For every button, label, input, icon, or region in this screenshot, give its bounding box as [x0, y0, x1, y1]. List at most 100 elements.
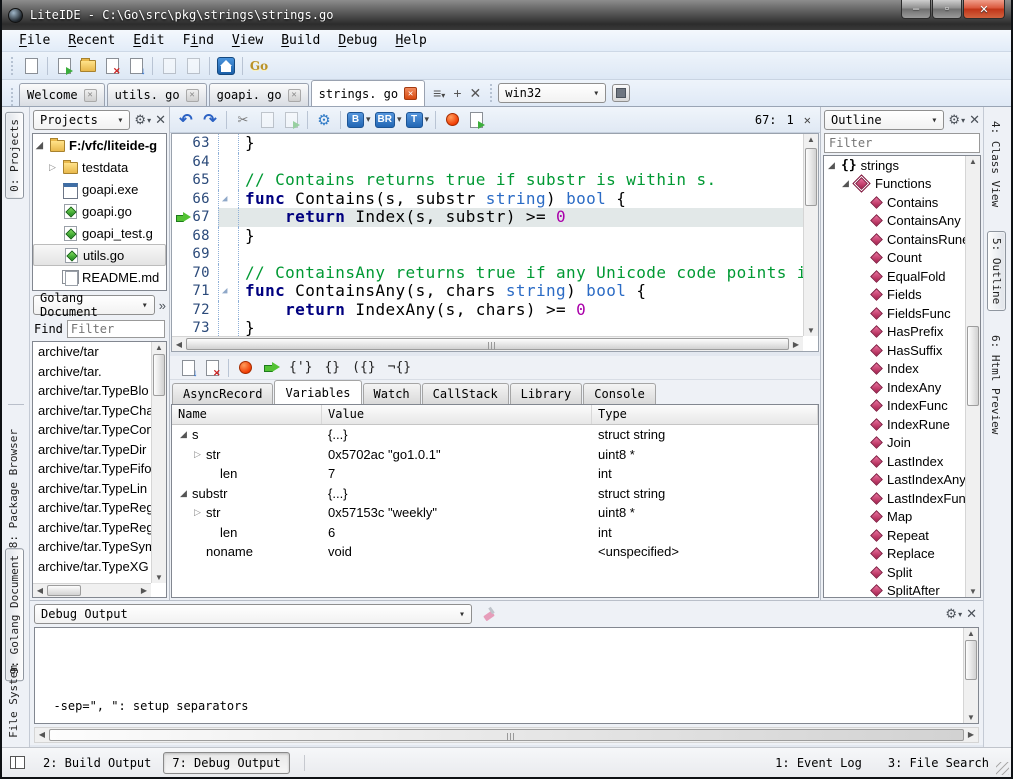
browser-selector[interactable]: Golang Document ▾	[33, 295, 155, 315]
menu-view[interactable]: View	[223, 31, 272, 50]
package-list-item[interactable]: archive/tar.TypeXG	[33, 557, 151, 577]
browser-more-icon[interactable]: »	[159, 298, 166, 313]
dock-tab[interactable]: 4: Class View	[987, 115, 1004, 213]
menu-build[interactable]: Build	[272, 31, 329, 50]
outline-function-item[interactable]: Index	[824, 360, 965, 379]
outline-selector[interactable]: Outline ▾	[824, 110, 944, 130]
code-line-65[interactable]: 65// Contains returns true if substr is …	[172, 171, 803, 190]
editor-tab[interactable]: utils. go ✕	[107, 83, 207, 106]
panel-close-icon[interactable]: ✕	[155, 112, 166, 128]
outline-function-item[interactable]: ContainsAny	[824, 212, 965, 231]
split-add-button[interactable]: +	[453, 85, 461, 101]
dock-tab[interactable]: 0: Projects	[5, 112, 24, 199]
debug-continue-button[interactable]	[258, 357, 280, 379]
resize-grip[interactable]	[996, 762, 1009, 775]
open-file-button[interactable]	[53, 55, 75, 77]
code-block-button[interactable]: T▾	[406, 112, 430, 128]
code-line-72[interactable]: 72 return IndexAny(s, chars) >= 0	[172, 301, 803, 320]
outline-function-item[interactable]: Split	[824, 563, 965, 582]
dock-tab[interactable]: 5: Outline	[987, 231, 1006, 311]
variable-expander-icon[interactable]	[194, 507, 206, 518]
package-filter-input[interactable]	[67, 320, 165, 338]
variable-row[interactable]: str 0x57153c "weekly" uint8 *	[172, 503, 818, 523]
outline-function-item[interactable]: Join	[824, 434, 965, 453]
menu-recent[interactable]: Recent	[59, 31, 124, 50]
outline-function-item[interactable]: SplitAfter	[824, 582, 965, 598]
debug-step-button[interactable]: ({}	[352, 360, 375, 375]
variable-expander-icon[interactable]	[180, 488, 192, 499]
output-gear-icon[interactable]: ⚙▾	[945, 606, 962, 622]
outline-close-icon[interactable]: ✕	[969, 112, 980, 128]
debug-tab[interactable]: Watch	[363, 383, 421, 404]
save-file-button[interactable]	[101, 55, 123, 77]
statusbar-dock-button[interactable]: 3: File Search	[888, 756, 989, 770]
outline-function-item[interactable]: LastIndex	[824, 452, 965, 471]
debug-tab[interactable]: CallStack	[422, 383, 509, 404]
tree-item[interactable]: F:/vfc/liteide-g	[33, 134, 166, 156]
statusbar-dock-button[interactable]: 7: Debug Output	[163, 752, 289, 774]
menu-help[interactable]: Help	[387, 31, 436, 50]
editor-vscrollbar[interactable]: ▲ ▼	[803, 134, 818, 336]
output-vscrollbar[interactable]: ▲ ▼	[963, 628, 978, 723]
editor-tab[interactable]: Welcome ✕	[19, 83, 105, 106]
tab-list-button[interactable]: ≡▾	[433, 85, 445, 101]
export-button[interactable]	[465, 109, 487, 131]
outline-function-item[interactable]: Repeat	[824, 526, 965, 545]
open-folder-button[interactable]	[77, 55, 99, 77]
tree-item[interactable]: utils.go	[33, 244, 166, 266]
editor-tab[interactable]: strings. go ✕	[311, 80, 425, 106]
outline-gear-icon[interactable]: ⚙▾	[948, 112, 965, 128]
code-line-71[interactable]: 71func ContainsAny(s, chars string) bool…	[172, 282, 803, 301]
tree-expander-icon[interactable]	[36, 140, 49, 151]
code-line-70[interactable]: 70// ContainsAny returns true if any Uni…	[172, 264, 803, 283]
debug-step-button[interactable]: {'}	[289, 360, 312, 375]
code-line-68[interactable]: 68}	[172, 227, 803, 246]
tab-close-icon[interactable]: ✕	[84, 89, 97, 102]
column-header-type[interactable]: Type	[592, 405, 818, 424]
cut-button[interactable]: ✂	[232, 109, 254, 131]
variable-row[interactable]: substr {...} struct string	[172, 484, 818, 504]
debug-step-button[interactable]: ¬{}	[388, 360, 411, 375]
toolbar-grip[interactable]	[10, 57, 15, 75]
redo-button[interactable]: ↷	[199, 109, 221, 131]
dock-tab[interactable]: 8: Package Browser	[5, 423, 22, 554]
outline-group-functions[interactable]: Functions	[824, 175, 965, 194]
outline-function-item[interactable]: IndexAny	[824, 378, 965, 397]
package-list-item[interactable]: archive/tar	[33, 342, 151, 362]
package-list-vscrollbar[interactable]: ▲ ▼	[151, 342, 166, 583]
variable-row[interactable]: s {...} struct string	[172, 425, 818, 445]
statusbar-dock-button[interactable]: 1: Event Log	[775, 756, 862, 770]
target-options-button[interactable]	[612, 84, 630, 102]
package-list-hscrollbar[interactable]: ◀ ▶	[33, 583, 151, 597]
save-all-button[interactable]	[125, 55, 147, 77]
debug-tab[interactable]: Console	[583, 383, 656, 404]
panel-menu-gear-icon[interactable]: ⚙▾	[134, 112, 151, 128]
variable-row[interactable]: noname void <unspecified>	[172, 542, 818, 562]
package-list-item[interactable]: archive/tar.TypeDir	[33, 440, 151, 460]
dock-tab[interactable]: 6: Html Preview	[987, 329, 1004, 440]
code-line-66[interactable]: 66func Contains(s, substr string) bool {	[172, 190, 803, 209]
package-list-item[interactable]: archive/tar.TypeReg	[33, 498, 151, 518]
package-list-item[interactable]: archive/tar.TypeBlo	[33, 381, 151, 401]
paste-button[interactable]	[280, 109, 302, 131]
breakpoint-button[interactable]	[441, 109, 463, 131]
clear-output-icon[interactable]	[482, 607, 496, 621]
dock-tab[interactable]: File System	[5, 659, 22, 744]
tree-item[interactable]: goapi.go	[33, 200, 166, 222]
debug-output-console[interactable]: -sep=", ": setup separators -v=false: ve…	[34, 627, 979, 724]
menu-edit[interactable]: Edit	[124, 31, 173, 50]
outline-function-item[interactable]: IndexFunc	[824, 397, 965, 416]
outline-function-item[interactable]: Map	[824, 508, 965, 527]
close-button[interactable]: ✕	[963, 0, 1005, 19]
statusbar-dock-button[interactable]: 2: Build Output	[35, 753, 159, 773]
package-list-item[interactable]: archive/tar.TypeReg	[33, 518, 151, 538]
close-file-button[interactable]	[158, 55, 180, 77]
tree-item[interactable]: README.md	[33, 266, 166, 288]
code-line-73[interactable]: 73}	[172, 319, 803, 336]
outline-function-item[interactable]: HasPrefix	[824, 323, 965, 342]
title-bar[interactable]: LiteIDE - C:\Go\src\pkg\strings\strings.…	[2, 0, 1011, 30]
variable-row[interactable]: len 6 int	[172, 523, 818, 543]
package-list-item[interactable]: archive/tar.TypeLin	[33, 479, 151, 499]
copy-button[interactable]	[256, 109, 278, 131]
editor-tab[interactable]: goapi. go ✕	[209, 83, 309, 106]
